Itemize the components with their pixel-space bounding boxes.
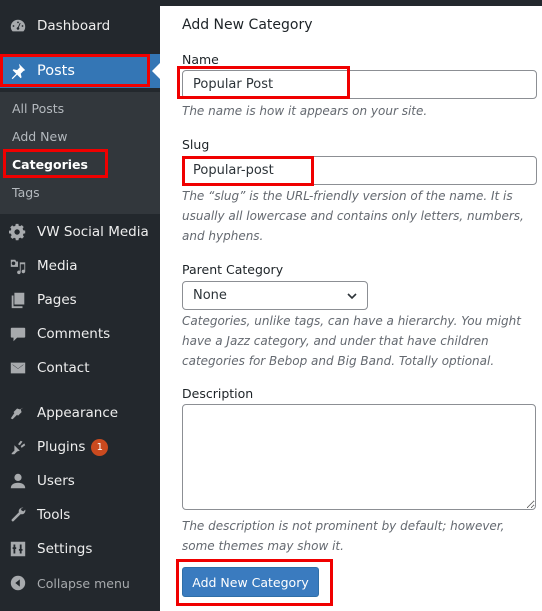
dashboard-icon <box>8 16 28 36</box>
active-indicator <box>152 63 160 79</box>
submenu-item-categories[interactable]: Categories <box>12 155 88 175</box>
pin-icon <box>8 61 28 81</box>
sidebar-item-settings[interactable]: Settings <box>0 532 160 566</box>
sidebar-item-media[interactable]: Media <box>0 249 160 283</box>
slug-help-text: The “slug” is the URL-friendly version o… <box>182 189 524 243</box>
plug-icon <box>8 437 28 457</box>
sidebar-item-label: Users <box>37 473 75 489</box>
update-count-badge: 1 <box>91 438 109 456</box>
name-label: Name <box>182 52 219 67</box>
user-icon <box>8 471 28 491</box>
posts-submenu: All Posts Add New Categories Tags <box>0 92 160 214</box>
parent-category-value: None <box>193 288 227 303</box>
sidebar-item-pages[interactable]: Pages <box>0 283 160 317</box>
sidebar-item-tools[interactable]: Tools <box>0 498 160 532</box>
chevron-down-icon <box>347 293 357 300</box>
paintbrush-icon <box>8 403 28 423</box>
form-heading: Add New Category <box>182 17 313 33</box>
slug-label: Slug <box>182 137 210 152</box>
collapse-arrow-icon <box>8 573 28 593</box>
sidebar-item-label: Dashboard <box>37 18 111 34</box>
collapse-menu-button[interactable]: Collapse menu <box>0 566 160 600</box>
wrench-icon <box>8 505 28 525</box>
sidebar-item-label: Appearance <box>37 405 119 421</box>
sidebar-item-label: VW Social Media <box>37 224 149 240</box>
sidebar-item-label: Tools <box>37 507 71 523</box>
name-help-text: The name is how it appears on your site. <box>182 104 428 118</box>
envelope-icon <box>8 358 28 378</box>
sidebar-item-label: Contact <box>37 360 90 376</box>
comment-icon <box>8 324 28 344</box>
submenu-item-add-new[interactable]: Add New <box>12 127 67 147</box>
submenu-item-tags[interactable]: Tags <box>12 183 40 203</box>
sidebar-item-contact[interactable]: Contact <box>0 351 160 385</box>
collapse-menu-label: Collapse menu <box>37 575 130 591</box>
description-textarea[interactable] <box>182 404 536 510</box>
sidebar-item-comments[interactable]: Comments <box>0 317 160 351</box>
sidebar-item-label: Comments <box>37 326 111 342</box>
pages-icon <box>8 290 28 310</box>
parent-category-select[interactable]: None <box>182 281 368 310</box>
admin-sidebar: Dashboard Posts All Posts Add New Catego… <box>0 0 160 611</box>
sidebar-item-dashboard[interactable]: Dashboard <box>0 9 160 43</box>
slug-input[interactable] <box>182 156 537 185</box>
add-new-category-button[interactable]: Add New Category <box>182 567 319 597</box>
name-input[interactable] <box>182 70 537 99</box>
sliders-icon <box>8 539 28 559</box>
sidebar-item-label: Media <box>37 258 78 274</box>
media-icon <box>8 256 28 276</box>
sidebar-item-vw-social-media[interactable]: VW Social Media <box>0 215 160 249</box>
sidebar-item-appearance[interactable]: Appearance <box>0 396 160 430</box>
parent-category-help-text: Categories, unlike tags, can have a hier… <box>182 314 521 368</box>
description-label: Description <box>182 386 254 401</box>
sidebar-item-plugins[interactable]: Plugins 1 <box>0 430 160 464</box>
sidebar-item-label: Pages <box>37 292 77 308</box>
sidebar-item-users[interactable]: Users <box>0 464 160 498</box>
sidebar-item-label: Posts <box>37 63 75 79</box>
sidebar-item-posts[interactable]: Posts <box>0 54 160 88</box>
top-bar-edge <box>160 0 542 6</box>
sidebar-item-label: Plugins <box>37 439 86 455</box>
description-help-text: The description is not prominent by defa… <box>182 519 505 553</box>
parent-category-label: Parent Category <box>182 262 284 277</box>
gear-icon <box>8 222 28 242</box>
submenu-item-all-posts[interactable]: All Posts <box>12 99 64 119</box>
sidebar-item-label: Settings <box>37 541 93 557</box>
